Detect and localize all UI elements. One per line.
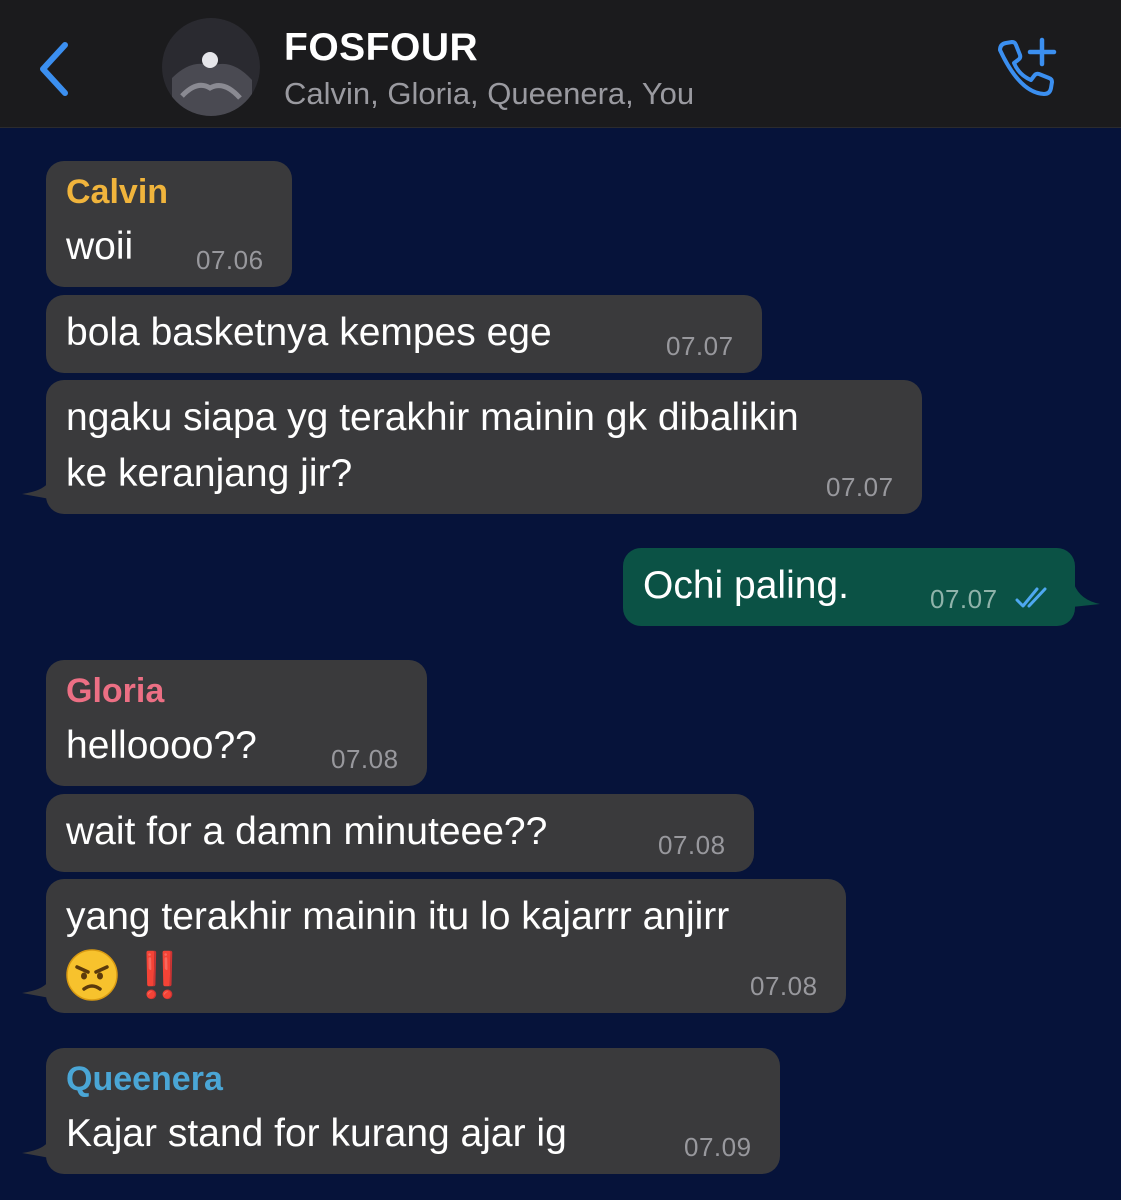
message-text: bola basketnya kempes ege — [66, 311, 552, 354]
sender-name: Calvin — [66, 173, 169, 211]
message-time: 07.08 — [658, 830, 726, 860]
message-bubble[interactable]: wait for a damn minuteee?? 07.08 — [46, 794, 754, 872]
message-time: 07.08 — [750, 971, 818, 1001]
message-bubble[interactable]: bola basketnya kempes ege 07.07 — [46, 295, 762, 373]
avatar-image — [162, 18, 260, 116]
group-name[interactable]: FOSFOUR — [284, 26, 478, 70]
message-text: yang terakhir mainin itu lo kajarrr anji… — [66, 895, 730, 938]
message-time: 07.07 — [930, 584, 998, 614]
message-text-line2: ‼️ — [66, 947, 187, 1003]
add-call-button[interactable] — [992, 36, 1058, 102]
chevron-left-icon — [40, 42, 68, 96]
message-time: 07.07 — [666, 331, 734, 361]
angry-face-icon — [66, 949, 118, 1001]
message-text: Kajar stand for kurang ajar ig — [66, 1112, 567, 1155]
message-text: ngaku siapa yg terakhir mainin gk dibali… — [66, 396, 799, 439]
message-bubble[interactable]: ngaku siapa yg terakhir mainin gk dibali… — [46, 380, 922, 514]
message-bubble[interactable]: Calvin woii 07.06 — [46, 161, 292, 287]
sender-name: Gloria — [66, 672, 165, 710]
group-avatar[interactable] — [162, 18, 260, 116]
message-bubble-outgoing[interactable]: Ochi paling. 07.07 — [623, 548, 1075, 626]
message-time: 07.06 — [196, 245, 264, 275]
group-members[interactable]: Calvin, Gloria, Queenera, You — [284, 76, 694, 112]
message-time: 07.08 — [331, 744, 399, 774]
message-text: wait for a damn minuteee?? — [66, 810, 548, 853]
message-text: woii — [66, 225, 134, 268]
double-exclamation-icon: ‼️ — [132, 950, 187, 1000]
message-bubble[interactable]: Gloria helloooo?? 07.08 — [46, 660, 427, 786]
message-time: 07.09 — [684, 1132, 752, 1162]
sender-name: Queenera — [66, 1060, 223, 1098]
phone-plus-icon — [998, 37, 1057, 96]
back-button[interactable] — [28, 36, 78, 102]
message-bubble[interactable]: yang terakhir mainin itu lo kajarrr anji… — [46, 879, 846, 1013]
message-text: helloooo?? — [66, 724, 257, 767]
message-bubble[interactable]: Queenera Kajar stand for kurang ajar ig … — [46, 1048, 780, 1174]
message-text: ke keranjang jir? — [66, 452, 353, 495]
message-text: Ochi paling. — [643, 564, 849, 607]
double-check-icon — [1015, 587, 1047, 608]
message-time: 07.07 — [826, 472, 894, 502]
chat-header: FOSFOUR Calvin, Gloria, Queenera, You — [0, 0, 1121, 128]
